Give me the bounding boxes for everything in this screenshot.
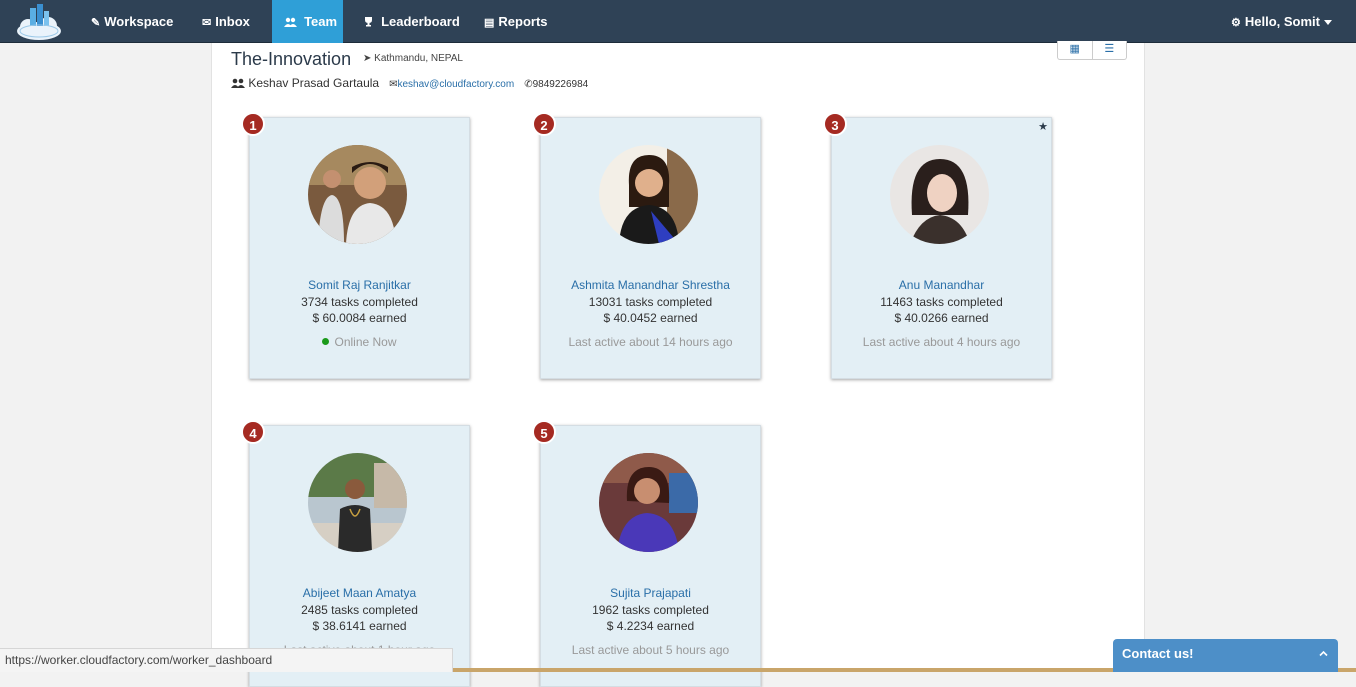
avatar: [308, 453, 407, 552]
users-icon: [231, 76, 248, 90]
cloudfactory-logo[interactable]: [14, 0, 64, 43]
tasks-completed: 1962 tasks completed: [592, 603, 709, 617]
tasks-completed: 13031 tasks completed: [588, 295, 713, 309]
avatar: [599, 145, 698, 244]
member-card[interactable]: 5 Sujita Prajapati 1962 tasks completed …: [532, 420, 761, 687]
team-icon: [284, 17, 300, 29]
tasks-completed: 3734 tasks completed: [301, 295, 418, 309]
amount-earned: $ 40.0266 earned: [894, 311, 989, 325]
user-menu[interactable]: ⚙ Hello, Somit: [1219, 0, 1344, 43]
nav-leaderboard[interactable]: Leaderboard: [351, 0, 472, 43]
trophy-icon: [363, 17, 377, 29]
pencil-icon: ✎: [91, 17, 101, 29]
member-name-link[interactable]: Anu Manandhar: [832, 278, 1051, 292]
leader-email-link[interactable]: keshav@cloudfactory.com: [398, 79, 515, 90]
gear-icon: ⚙: [1231, 17, 1241, 29]
last-active-status: Last active about 14 hours ago: [568, 335, 733, 349]
nav-inbox[interactable]: ✉ Inbox: [190, 0, 262, 43]
online-dot-icon: [322, 338, 330, 346]
rank-badge: 4: [241, 420, 265, 444]
envelope-icon: ✉: [389, 79, 398, 90]
location-arrow-icon: ➤: [363, 53, 372, 64]
team-location: ➤ Kathmandu, NEPAL: [363, 53, 463, 64]
tasks-completed: 2485 tasks completed: [301, 603, 418, 617]
view-toggle: ▦ ☰: [1057, 41, 1127, 60]
star-icon: ★: [1038, 121, 1048, 133]
member-name-link[interactable]: Somit Raj Ranjitkar: [250, 278, 469, 292]
nav-workspace[interactable]: ✎ Workspace: [79, 0, 185, 43]
tasks-completed: 11463 tasks completed: [880, 295, 1003, 309]
nav-inbox-label: Inbox: [215, 14, 250, 29]
grid-view-button[interactable]: ▦: [1058, 41, 1092, 59]
nav-team[interactable]: Team: [272, 0, 343, 43]
team-name: The-Innovation: [231, 49, 352, 69]
team-leader-info: Keshav Prasad Gartaula ✉keshav@cloudfact…: [231, 76, 588, 90]
amount-earned: $ 4.2234 earned: [606, 619, 695, 633]
last-active-status: Last active about 4 hours ago: [862, 335, 1021, 349]
caret-down-icon: [1324, 20, 1332, 26]
nav-team-label: Team: [304, 14, 338, 29]
amount-earned: $ 40.0452 earned: [603, 311, 698, 325]
leader-name: Keshav Prasad Gartaula: [248, 76, 380, 90]
last-active-status: Last active about 5 hours ago: [571, 643, 730, 657]
amount-earned: $ 38.6141 earned: [312, 619, 407, 633]
status-text: Online Now: [334, 335, 397, 349]
member-card[interactable]: 2 Ashmita Manandhar Shrestha 13031 tasks…: [532, 112, 761, 379]
member-name-link[interactable]: Ashmita Manandhar Shrestha: [541, 278, 760, 292]
chevron-up-icon: [1319, 650, 1328, 657]
online-status: Online Now: [250, 335, 469, 349]
user-greeting: Hello, Somit: [1244, 14, 1320, 29]
browser-status-bar: https://worker.cloudfactory.com/worker_d…: [0, 648, 453, 672]
team-panel: The-Innovation ➤ Kathmandu, NEPAL ▦ ☰ Ke…: [211, 41, 1145, 687]
top-navbar: ✎ Workspace ✉ Inbox Team Leaderboard ▤ Repo…: [0, 0, 1356, 43]
avatar: [890, 145, 989, 244]
rank-badge: 2: [532, 112, 556, 136]
rank-badge: 5: [532, 420, 556, 444]
nav-leaderboard-label: Leaderboard: [381, 14, 460, 29]
team-location-text: Kathmandu, NEPAL: [374, 53, 463, 64]
list-view-button[interactable]: ☰: [1091, 41, 1127, 59]
contact-label: Contact us!: [1122, 646, 1194, 661]
avatar: [308, 145, 407, 244]
member-name-link[interactable]: Sujita Prajapati: [541, 586, 760, 600]
leader-phone: 9849226984: [532, 79, 589, 90]
rank-badge: 1: [241, 112, 265, 136]
avatar: [599, 453, 698, 552]
member-card[interactable]: 1 Somit Raj Ranjitkar 3734 tasks complet…: [241, 112, 470, 379]
contact-widget[interactable]: Contact us!: [1113, 639, 1338, 672]
nav-reports[interactable]: ▤ Reports: [472, 0, 560, 43]
phone-icon: ✆: [524, 79, 533, 90]
member-name-link[interactable]: Abijeet Maan Amatya: [250, 586, 469, 600]
nav-reports-label: Reports: [498, 14, 548, 29]
envelope-icon: ✉: [202, 17, 212, 29]
member-card[interactable]: 3 ★ Anu Manandhar 11463 tasks completed …: [823, 112, 1052, 379]
list-icon: ▤: [484, 17, 495, 29]
rank-badge: 3: [823, 112, 847, 136]
nav-workspace-label: Workspace: [104, 14, 174, 29]
amount-earned: $ 60.0084 earned: [312, 311, 407, 325]
